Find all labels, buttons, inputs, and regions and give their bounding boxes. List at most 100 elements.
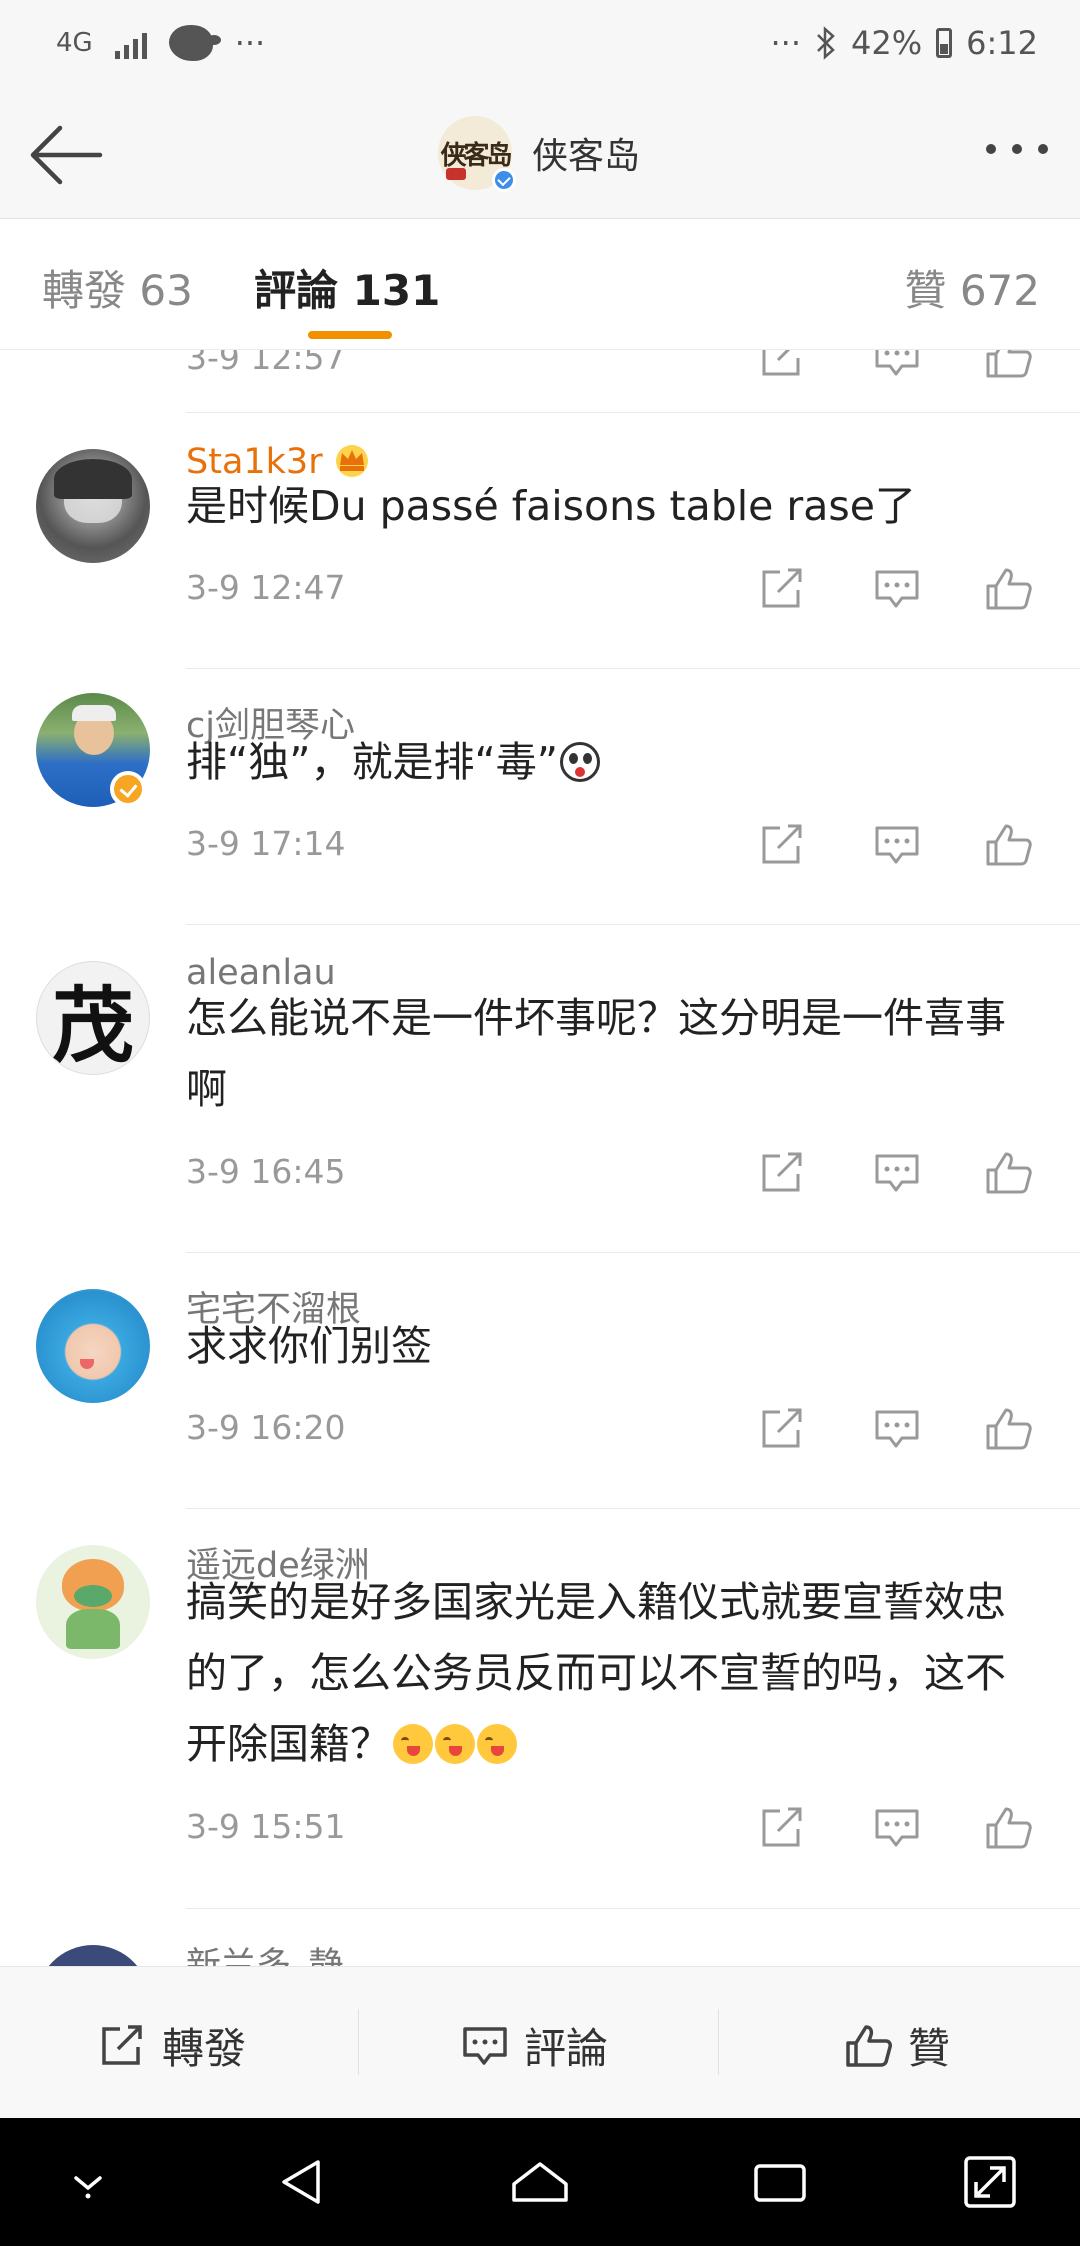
like-comment-button[interactable]	[984, 350, 1034, 380]
account-name[interactable]: 侠客岛	[532, 127, 640, 179]
share-icon	[762, 350, 802, 376]
comment-item: 茂 aleanlau 怎么能说不是一件坏事呢？这分明是一件喜事啊 3-9 16:…	[0, 925, 1080, 1253]
comment-icon	[875, 1154, 919, 1192]
user-avatar[interactable]	[36, 1289, 150, 1403]
share-icon	[762, 1152, 802, 1192]
comment-time: 3-9 12:47	[186, 568, 346, 607]
comment-time: 3-9 16:45	[186, 1152, 346, 1191]
thumbs-up-icon	[846, 2024, 892, 2067]
reply-button[interactable]	[872, 822, 922, 868]
signal-icon	[114, 27, 147, 59]
chevron-down-icon	[74, 2176, 102, 2199]
account-logo-text: 侠客岛	[440, 140, 512, 171]
like-comment-button[interactable]	[984, 822, 1034, 868]
user-avatar[interactable]	[36, 449, 150, 563]
repost-comment-button[interactable]	[758, 822, 808, 868]
comment-item: Sta1k3r 是时候Du passé faisons table rase了 …	[0, 413, 1080, 669]
user-avatar[interactable]	[36, 1545, 150, 1659]
tab-reposts[interactable]: 轉發 63	[42, 257, 193, 318]
verified-badge-icon	[492, 168, 516, 192]
system-navigation-bar	[0, 2118, 1080, 2246]
reply-button[interactable]	[872, 1406, 922, 1452]
battery-percent: 42%	[851, 24, 923, 62]
like-comment-button[interactable]	[984, 566, 1034, 612]
recents-icon	[754, 2164, 806, 2202]
status-bar: 4G ··· ··· 42% 6:12	[0, 0, 1080, 92]
nav-recents-button[interactable]	[750, 2152, 810, 2212]
comment-item: 新兰多_静	[0, 1909, 1080, 1966]
nav-rotate-button[interactable]	[960, 2152, 1020, 2212]
comment-icon	[875, 1410, 919, 1448]
comment-item: 3-9 12:57	[0, 350, 1080, 398]
tab-likes[interactable]: 贊 672	[904, 257, 1040, 318]
repost-comment-button[interactable]	[758, 1406, 808, 1452]
reply-button[interactable]	[872, 1150, 922, 1196]
comment-time: 3-9 12:57	[186, 350, 346, 377]
reply-button[interactable]	[872, 350, 922, 380]
repost-button[interactable]: 轉發	[98, 2015, 246, 2076]
reply-button[interactable]	[872, 1805, 922, 1851]
thumbs-up-icon	[986, 350, 1032, 378]
comment-text: 是时候Du passé faisons table rase了	[186, 482, 916, 530]
thumbs-up-icon	[986, 1807, 1032, 1849]
expand-icon	[964, 2156, 1016, 2208]
comment-item: cj剑胆琴心 排“独”，就是排“毒” 3-9 17:14	[0, 669, 1080, 925]
nav-back-button[interactable]	[272, 2152, 332, 2212]
post-action-bar: 轉發 評論 贊	[0, 1966, 1080, 2119]
like-comment-button[interactable]	[984, 1406, 1034, 1452]
reply-button[interactable]	[872, 566, 922, 612]
interaction-tabs: 轉發 63 評論 131 贊 672	[0, 219, 1080, 350]
comment-time: 3-9 17:14	[186, 824, 346, 863]
battery-icon	[936, 28, 953, 58]
share-icon	[102, 2024, 142, 2065]
bluetooth-icon	[817, 26, 835, 60]
like-comment-button[interactable]	[984, 1805, 1034, 1851]
comment-icon	[875, 826, 919, 864]
comment-text: 怎么能说不是一件坏事呢？这分明是一件喜事啊	[186, 994, 1006, 1113]
comment-icon	[463, 2026, 507, 2065]
user-avatar[interactable]	[36, 1945, 150, 1966]
more-options-button[interactable]	[986, 144, 1048, 154]
like-label: 贊	[908, 2024, 951, 2073]
comment-username[interactable]: 新兰多_静	[186, 1937, 344, 1966]
comment-item: 遥远de绿洲 搞笑的是好多国家光是入籍仪式就要宣誓效忠的了，怎么公务员反而可以不…	[0, 1509, 1080, 1909]
tab-comments[interactable]: 評論 131	[254, 257, 440, 318]
clock: 6:12	[966, 24, 1038, 62]
comment-label: 評論	[524, 2024, 609, 2073]
yummy-emoji-icon	[435, 1724, 475, 1764]
more-notifications-indicator: ···	[234, 24, 266, 62]
back-button[interactable]	[28, 122, 104, 188]
avatar-calligraphy: 茂	[51, 977, 134, 1074]
account-avatar[interactable]: 侠客岛	[438, 116, 516, 192]
user-avatar[interactable]: 茂	[36, 961, 150, 1075]
shocked-emoji-icon	[559, 742, 600, 782]
repost-comment-button[interactable]	[758, 1805, 808, 1851]
share-icon	[762, 568, 802, 608]
comment-text: 排“独”，就是排“毒”	[186, 727, 1046, 798]
nav-home-button[interactable]	[510, 2152, 570, 2212]
like-button[interactable]: 贊	[844, 2015, 950, 2076]
share-icon	[762, 824, 802, 864]
repost-comment-button[interactable]	[758, 1150, 808, 1196]
comment-text: 求求你们别签	[186, 1322, 432, 1370]
share-icon	[762, 1408, 802, 1448]
comment-icon	[875, 350, 919, 376]
back-arrow-icon	[30, 125, 103, 185]
app-notification-icon	[168, 25, 221, 61]
comment-icon	[875, 1809, 919, 1847]
thumbs-up-icon	[986, 1152, 1032, 1194]
comment-item: 宅宅不溜根 求求你们别签 3-9 16:20	[0, 1253, 1080, 1509]
hide-nav-bar-button[interactable]	[58, 2152, 118, 2212]
comment-button[interactable]: 評論	[460, 2015, 608, 2076]
yummy-emoji-icon	[477, 1724, 517, 1764]
account-header[interactable]: 侠客岛 侠客岛	[438, 116, 640, 192]
repost-comment-button[interactable]	[758, 566, 808, 612]
more-status-indicator: ···	[770, 24, 802, 62]
verified-user-badge-icon	[110, 771, 146, 807]
repost-comment-button[interactable]	[758, 350, 808, 380]
comment-text: 搞笑的是好多国家光是入籍仪式就要宣誓效忠的了，怎么公务员反而可以不宣誓的吗，这不…	[186, 1578, 1006, 1768]
thumbs-up-icon	[986, 824, 1032, 866]
like-comment-button[interactable]	[984, 1150, 1034, 1196]
comment-list[interactable]: 3-9 12:57 Sta1k3r 是时候Du passé faisons ta…	[0, 350, 1080, 1966]
comment-time: 3-9 15:51	[186, 1807, 346, 1846]
